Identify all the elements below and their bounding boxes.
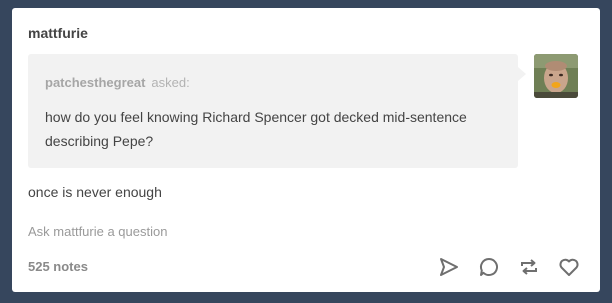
ask-box-pointer bbox=[518, 67, 526, 81]
asker-avatar[interactable] bbox=[534, 54, 578, 98]
reblog-button[interactable] bbox=[518, 256, 540, 278]
post-card: mattfurie patchesthegreat asked: how do y… bbox=[12, 8, 600, 292]
notes-count[interactable]: 525 notes bbox=[28, 259, 88, 274]
asker-line: patchesthegreat asked: bbox=[45, 75, 190, 90]
asker-name[interactable]: patchesthegreat bbox=[45, 75, 145, 90]
share-button[interactable] bbox=[438, 256, 460, 278]
ask-box: patchesthegreat asked: how do you feel kn… bbox=[28, 54, 526, 168]
share-icon bbox=[440, 258, 458, 276]
asked-label: asked: bbox=[151, 75, 190, 90]
reply-button[interactable] bbox=[478, 256, 500, 278]
blog-name[interactable]: mattfurie bbox=[28, 25, 88, 41]
reblog-icon bbox=[521, 259, 537, 275]
avatar-photo bbox=[534, 54, 578, 98]
ask-question-link[interactable]: Ask mattfurie a question bbox=[28, 224, 167, 239]
reply-icon bbox=[480, 258, 498, 276]
answer-text: once is never enough bbox=[28, 184, 162, 200]
ask-question: how do you feel knowing Richard Spencer … bbox=[45, 109, 467, 149]
like-button[interactable] bbox=[558, 256, 580, 278]
heart-icon bbox=[559, 258, 579, 276]
post-actions bbox=[438, 256, 580, 278]
